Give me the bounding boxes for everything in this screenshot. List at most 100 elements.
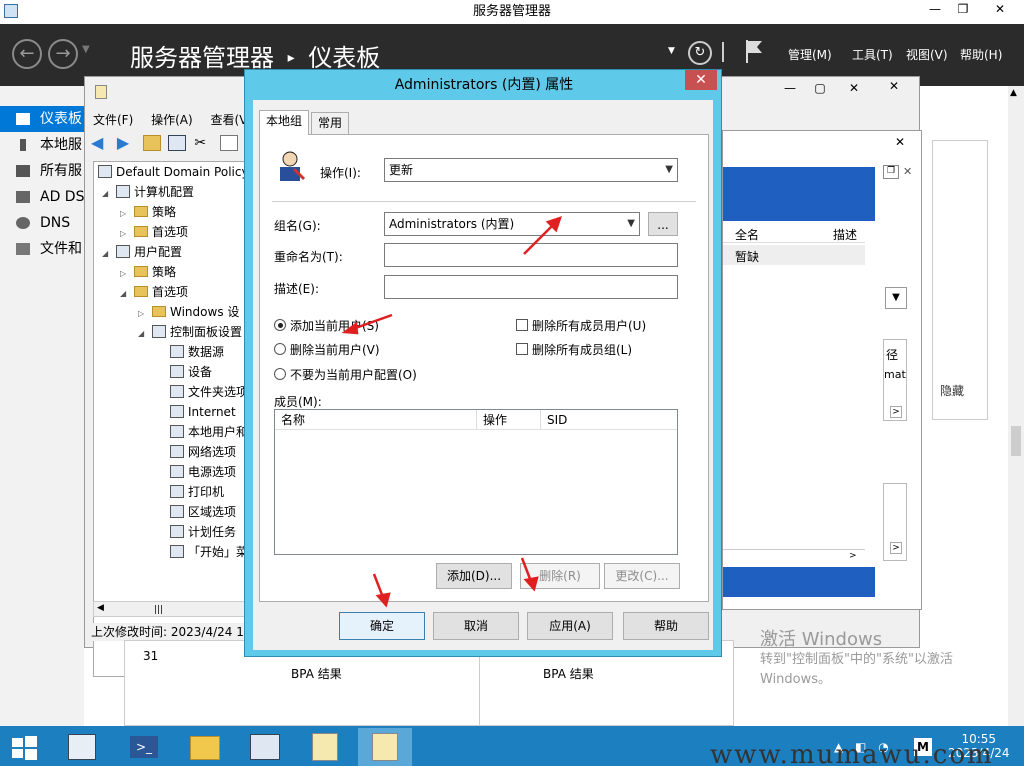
tree-node[interactable]: ◢ 计算机配置 bbox=[102, 182, 194, 202]
back-button[interactable]: ← bbox=[12, 39, 42, 69]
menu-help[interactable]: 帮助(H) bbox=[960, 46, 1002, 63]
expand-toggle-icon[interactable]: ◢ bbox=[138, 324, 146, 344]
expand-toggle-icon[interactable]: ▷ bbox=[120, 264, 128, 284]
start-button[interactable] bbox=[0, 728, 48, 766]
gpme-menu-view[interactable]: 查看(V bbox=[211, 111, 248, 128]
rename-field[interactable] bbox=[384, 243, 678, 267]
radio-add-current-user[interactable] bbox=[274, 319, 286, 331]
bpa-results-label[interactable]: BPA 结果 bbox=[291, 665, 342, 682]
tree-node[interactable]: 「开始」菜 bbox=[156, 542, 246, 562]
radio-label[interactable]: 不要为当前用户配置(O) bbox=[290, 366, 417, 383]
nav-history-dropdown[interactable]: ▼ bbox=[82, 44, 90, 55]
remove-member-button[interactable]: 删除(R) bbox=[520, 563, 600, 589]
ok-button[interactable]: 确定 bbox=[339, 612, 425, 640]
scroll-right-icon[interactable]: > bbox=[849, 551, 857, 561]
radio-label[interactable]: 添加当前用户(S) bbox=[290, 317, 379, 334]
notifications-dropdown-icon[interactable]: ▼ bbox=[668, 46, 675, 56]
hide-link[interactable]: 隐藏 bbox=[940, 382, 964, 399]
pane-restore-icon[interactable]: ❐ bbox=[883, 165, 899, 179]
gpme-maximize-button[interactable]: ▢ bbox=[807, 79, 833, 99]
list-row[interactable]: 暂缺 bbox=[723, 245, 865, 265]
members-list[interactable]: 名称 操作 SID bbox=[274, 409, 678, 555]
menu-tools[interactable]: 工具(T) bbox=[852, 46, 893, 63]
show-hide-tree-icon[interactable] bbox=[168, 135, 187, 151]
up-folder-icon[interactable] bbox=[142, 135, 161, 151]
help-button[interactable]: 帮助 bbox=[623, 612, 709, 640]
gpme-taskbar-icon[interactable] bbox=[358, 728, 412, 766]
list-hscroll[interactable]: > bbox=[723, 549, 865, 565]
explorer-taskbar-icon[interactable] bbox=[178, 728, 232, 766]
tree-node[interactable]: ▷ 策略 bbox=[120, 202, 176, 222]
gpme-menu-action[interactable]: 操作(A) bbox=[151, 111, 193, 128]
flag-icon[interactable] bbox=[744, 38, 764, 64]
checkbox-label[interactable]: 删除所有成员组(L) bbox=[532, 341, 632, 358]
scroll-left-icon[interactable]: ◀ bbox=[97, 603, 104, 613]
radio-do-not-configure[interactable] bbox=[274, 368, 286, 380]
column-action[interactable]: 操作 bbox=[477, 410, 541, 430]
tree-node[interactable]: 文件夹选项 bbox=[156, 382, 246, 402]
tree-node[interactable]: ◢ 用户配置 bbox=[102, 242, 182, 262]
scroll-thumb[interactable]: ||| bbox=[154, 605, 163, 615]
forward-button[interactable]: → bbox=[48, 39, 78, 69]
tree-node[interactable]: ◢ 首选项 bbox=[120, 282, 188, 302]
column-name[interactable]: 名称 bbox=[275, 410, 477, 430]
description-field[interactable] bbox=[384, 275, 678, 299]
apply-button[interactable]: 应用(A) bbox=[527, 612, 613, 640]
gpme-close-button[interactable]: ✕ bbox=[841, 79, 867, 99]
back-arrow-icon[interactable]: ◀ bbox=[91, 135, 109, 151]
tree-node[interactable]: 本地用户和 bbox=[156, 422, 246, 442]
group-name-combobox[interactable]: Administrators (内置) ▼ bbox=[384, 212, 640, 236]
browse-button[interactable]: ... bbox=[648, 212, 678, 236]
pane-close-button[interactable]: ✕ bbox=[887, 133, 913, 153]
tree-node[interactable]: 数据源 bbox=[156, 342, 224, 362]
sidebar-item-dns[interactable]: DNS bbox=[0, 210, 84, 236]
refresh-icon[interactable]: ↻ bbox=[688, 41, 712, 65]
expand-toggle-icon[interactable]: ◢ bbox=[120, 284, 128, 304]
change-member-button[interactable]: 更改(C)... bbox=[604, 563, 680, 589]
tree-horizontal-scrollbar[interactable]: ◀ ||| bbox=[93, 601, 247, 617]
pane-close-icon[interactable]: ✕ bbox=[903, 165, 912, 178]
radio-remove-current-user[interactable] bbox=[274, 343, 286, 355]
menu-manage[interactable]: 管理(M) bbox=[788, 46, 832, 63]
expand-toggle-icon[interactable]: ▷ bbox=[138, 304, 146, 324]
action-dropdown[interactable]: 更新 ▼ bbox=[384, 158, 678, 182]
gpme-menu-file[interactable]: 文件(F) bbox=[93, 111, 133, 128]
tree-node[interactable]: ▷ Windows 设 bbox=[138, 302, 239, 322]
column-fullname[interactable]: 全名 bbox=[735, 226, 759, 243]
sidebar-item-local-server[interactable]: 本地服 bbox=[0, 132, 84, 158]
tree-node[interactable]: ◢ 控制面板设置 bbox=[138, 322, 242, 342]
close-button[interactable]: ✕ bbox=[984, 0, 1016, 20]
tree-node[interactable]: 电源选项 bbox=[156, 462, 236, 482]
bpa-results-label[interactable]: BPA 结果 bbox=[543, 665, 594, 682]
checkbox-delete-all-member-groups[interactable] bbox=[516, 343, 528, 355]
add-member-button[interactable]: 添加(D)... bbox=[436, 563, 512, 589]
server-manager-taskbar-icon[interactable] bbox=[56, 728, 110, 766]
radio-label[interactable]: 删除当前用户(V) bbox=[290, 341, 380, 358]
tree-node[interactable]: 计划任务 bbox=[156, 522, 236, 542]
expand-toggle-icon[interactable]: ▷ bbox=[120, 224, 128, 244]
copy-icon[interactable] bbox=[220, 135, 239, 151]
expand-toggle-icon[interactable]: ▷ bbox=[120, 204, 128, 224]
tree-node[interactable]: ▷ 策略 bbox=[120, 262, 176, 282]
gpmc-taskbar-icon[interactable] bbox=[298, 728, 352, 766]
maximize-button[interactable]: ❐ bbox=[950, 0, 976, 20]
expand-toggle-icon[interactable]: ◢ bbox=[102, 244, 110, 264]
tree-node[interactable]: 设备 bbox=[156, 362, 212, 382]
checkbox-label[interactable]: 删除所有成员用户(U) bbox=[532, 317, 646, 334]
scrollbar-vertical[interactable]: ▲ bbox=[1008, 86, 1024, 726]
sidebar-item-file-services[interactable]: 文件和 bbox=[0, 236, 84, 262]
column-description[interactable]: 描述 bbox=[833, 226, 857, 243]
checkbox-delete-all-member-users[interactable] bbox=[516, 319, 528, 331]
sidebar-item-all-servers[interactable]: 所有服 bbox=[0, 158, 84, 184]
cancel-button[interactable]: 取消 bbox=[433, 612, 519, 640]
breadcrumb-root[interactable]: 服务器管理器 bbox=[130, 44, 274, 72]
gpme-minimize-button[interactable]: — bbox=[777, 79, 803, 99]
tree-node[interactable]: Default Domain Policy bbox=[98, 162, 246, 182]
side-combo[interactable]: ▼ bbox=[885, 287, 907, 309]
expand-toggle-icon[interactable]: ◢ bbox=[102, 184, 110, 204]
scroll-right-icon[interactable]: > bbox=[890, 542, 902, 554]
scroll-up-icon[interactable]: ▲ bbox=[1010, 88, 1017, 98]
tree-node[interactable]: 区域选项 bbox=[156, 502, 236, 522]
tree-node[interactable]: ▷ 首选项 bbox=[120, 222, 188, 242]
control-panel-taskbar-icon[interactable] bbox=[238, 728, 292, 766]
